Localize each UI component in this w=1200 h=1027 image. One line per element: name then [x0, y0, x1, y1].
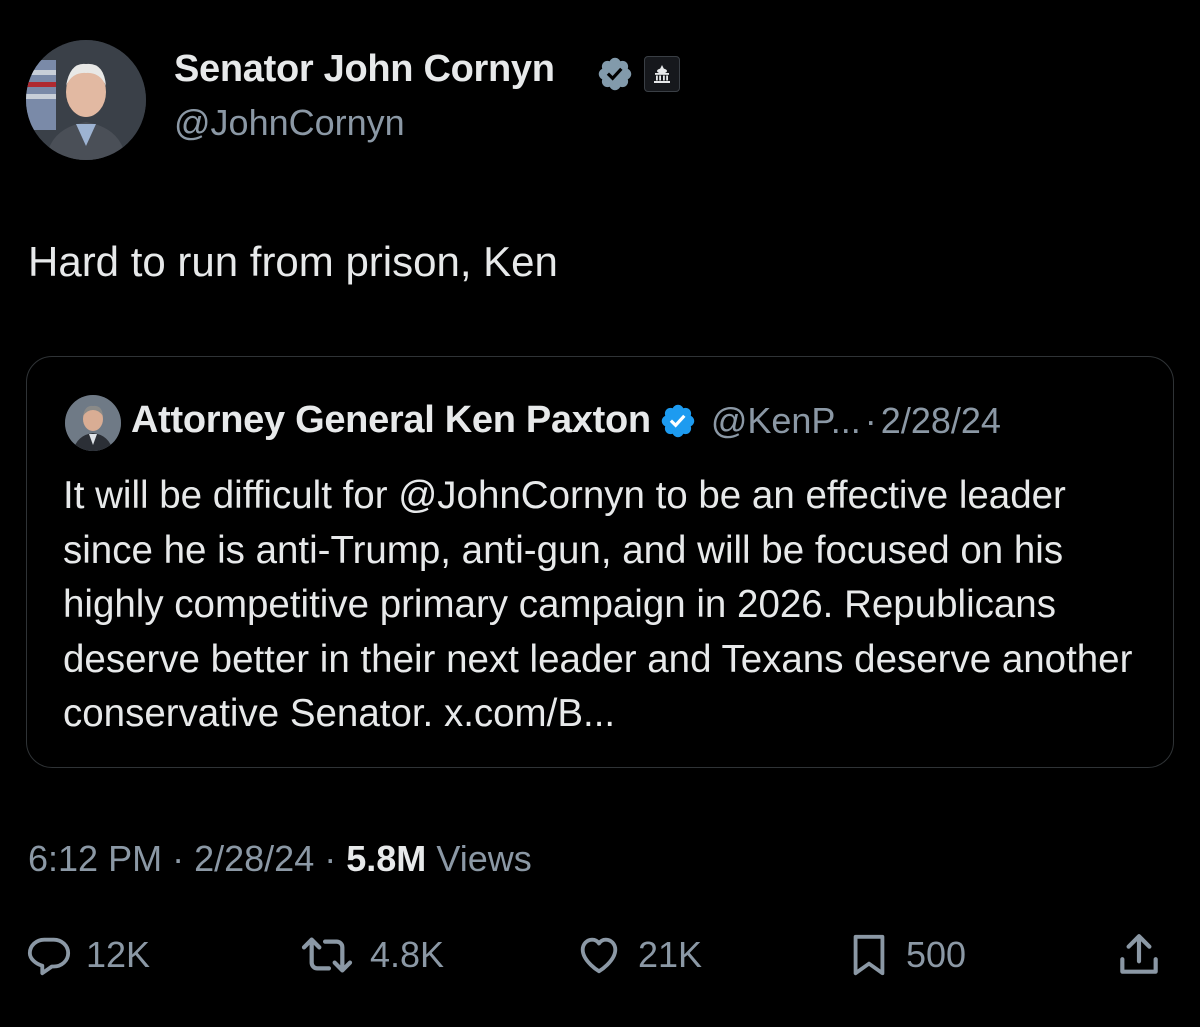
quoted-tweet-date: 2/28/24 [880, 399, 1001, 441]
tweet-meta: 6:12 PM · 2/28/24 · 5.8M Views [28, 838, 532, 880]
like-button[interactable]: 21K [574, 925, 702, 985]
government-badge-icon [644, 56, 680, 92]
author-handle[interactable]: @JohnCornyn [174, 102, 405, 144]
tweet-time[interactable]: 6:12 PM [28, 838, 162, 879]
quoted-author-avatar [65, 395, 121, 451]
reply-icon [27, 937, 71, 976]
quoted-tweet-card[interactable]: Attorney General Ken Paxton @KenP... · 2… [26, 356, 1174, 768]
action-bar: 12K 4.8K 21K 500 [0, 925, 1200, 985]
like-icon [580, 937, 618, 974]
repost-icon [301, 937, 353, 973]
quoted-tweet-text: It will be difficult for @JohnCornyn to … [63, 474, 1133, 735]
tweet-date[interactable]: 2/28/24 [194, 838, 314, 879]
quoted-tweet-header: Attorney General Ken Paxton @KenP... · 2… [131, 399, 1001, 442]
author-name[interactable]: Senator John Cornyn [174, 48, 555, 91]
separator-dot: · [172, 838, 185, 879]
views-count: 5.8M [346, 838, 427, 879]
author-badges [596, 54, 680, 94]
verified-icon [598, 57, 632, 91]
repost-count: 4.8K [370, 934, 445, 975]
separator-dot: · [864, 399, 877, 441]
repost-button[interactable]: 4.8K [298, 925, 444, 985]
tweet-text: Hard to run from prison, Ken [28, 238, 558, 285]
reply-button[interactable]: 12K [26, 925, 150, 985]
views-label: Views [436, 838, 532, 879]
verified-icon [661, 404, 695, 437]
share-button[interactable] [1114, 925, 1164, 985]
separator-dot: · [324, 838, 337, 879]
author-avatar[interactable] [26, 40, 146, 160]
share-icon [1120, 934, 1158, 974]
bookmark-count: 500 [906, 934, 967, 975]
bookmark-icon [853, 934, 885, 976]
like-count: 21K [638, 934, 703, 975]
quoted-author-name: Attorney General Ken Paxton [131, 399, 651, 441]
quoted-author-handle: @KenP... [710, 399, 861, 441]
reply-count: 12K [86, 934, 151, 975]
bookmark-button[interactable]: 500 [846, 925, 966, 985]
